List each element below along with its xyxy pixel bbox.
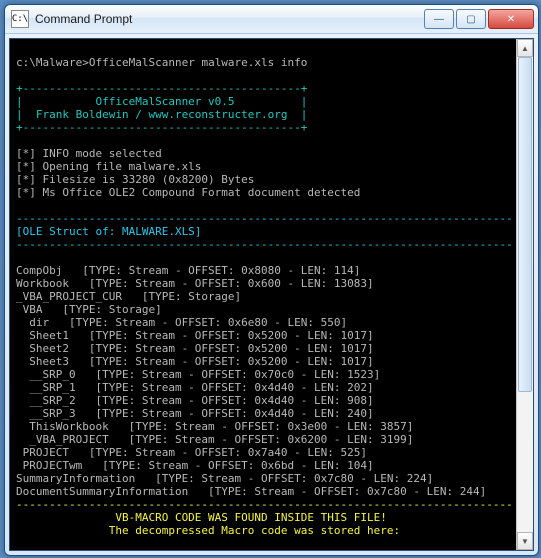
window-buttons: — ▢ ✕ xyxy=(422,9,534,29)
banner-border: +---------------------------------------… xyxy=(16,121,307,134)
stream-line: dir [TYPE: Stream - OFFSET: 0x6e80 - LEN… xyxy=(16,316,347,329)
stream-line: Sheet1 [TYPE: Stream - OFFSET: 0x5200 - … xyxy=(16,329,374,342)
title-bar[interactable]: C:\ Command Prompt — ▢ ✕ xyxy=(5,5,538,34)
stream-line: __SRP_0 [TYPE: Stream - OFFSET: 0x70c0 -… xyxy=(16,368,380,381)
ole-header: [OLE Struct of: MALWARE.XLS] xyxy=(16,225,201,238)
vertical-scrollbar[interactable]: ▲ ▼ xyxy=(516,39,533,550)
info-line: [*] INFO mode selected xyxy=(16,147,162,160)
window-frame: C:\ Command Prompt — ▢ ✕ c:\Malware>Offi… xyxy=(4,4,539,556)
info-line: [*] Ms Office OLE2 Compound Format docum… xyxy=(16,186,360,199)
window-title: Command Prompt xyxy=(35,12,422,26)
command-text: OfficeMalScanner malware.xls info xyxy=(89,56,308,69)
stream-line: CompObj [TYPE: Stream - OFFSET: 0x8080 -… xyxy=(16,264,360,277)
client-area: c:\Malware>OfficeMalScanner malware.xls … xyxy=(9,38,534,551)
stream-line: PROJECT [TYPE: Stream - OFFSET: 0x7a40 -… xyxy=(16,446,367,459)
banner-border: +---------------------------------------… xyxy=(16,82,307,95)
cmd-icon: C:\ xyxy=(11,10,29,28)
macro-found: VB-MACRO CODE WAS FOUND INSIDE THIS FILE… xyxy=(16,511,387,524)
stream-line: SummaryInformation [TYPE: Stream - OFFSE… xyxy=(16,472,433,485)
minimize-button[interactable]: — xyxy=(424,9,454,29)
stream-line: _VBA_PROJECT_CUR [TYPE: Storage] xyxy=(16,290,241,303)
stream-line: Workbook [TYPE: Stream - OFFSET: 0x600 -… xyxy=(16,277,374,290)
scroll-down-button[interactable]: ▼ xyxy=(517,532,533,550)
stream-line: __SRP_3 [TYPE: Stream - OFFSET: 0x4d40 -… xyxy=(16,407,374,420)
stream-line: VBA [TYPE: Storage] xyxy=(16,303,162,316)
banner-line: | OfficeMalScanner v0.5 | xyxy=(16,95,307,108)
stream-line: ThisWorkbook [TYPE: Stream - OFFSET: 0x3… xyxy=(16,420,413,433)
console-output[interactable]: c:\Malware>OfficeMalScanner malware.xls … xyxy=(10,39,516,550)
close-button[interactable]: ✕ xyxy=(488,9,534,29)
prompt: c:\Malware> xyxy=(16,56,89,69)
info-line: [*] Opening file malware.xls xyxy=(16,160,201,173)
stream-line: __SRP_1 [TYPE: Stream - OFFSET: 0x4d40 -… xyxy=(16,381,374,394)
stream-line: DocumentSummaryInformation [TYPE: Stream… xyxy=(16,485,486,498)
scroll-thumb[interactable] xyxy=(518,57,532,392)
stream-line: PROJECTwm [TYPE: Stream - OFFSET: 0x6bd … xyxy=(16,459,374,472)
maximize-button[interactable]: ▢ xyxy=(456,9,486,29)
banner-line: | Frank Boldewin / www.reconstructer.org… xyxy=(16,108,307,121)
stream-line: _VBA_PROJECT [TYPE: Stream - OFFSET: 0x6… xyxy=(16,433,413,446)
scroll-track[interactable] xyxy=(517,57,533,532)
stream-line: Sheet2 [TYPE: Stream - OFFSET: 0x5200 - … xyxy=(16,342,374,355)
separator: ----------------------------------------… xyxy=(16,498,513,511)
macro-stored: The decompressed Macro code was stored h… xyxy=(16,524,400,537)
separator: ----------------------------------------… xyxy=(16,212,513,225)
scroll-up-button[interactable]: ▲ xyxy=(517,39,533,57)
info-line: [*] Filesize is 33280 (0x8200) Bytes xyxy=(16,173,254,186)
stream-line: __SRP_2 [TYPE: Stream - OFFSET: 0x4d40 -… xyxy=(16,394,374,407)
separator: ----------------------------------------… xyxy=(16,238,513,251)
stream-line: Sheet3 [TYPE: Stream - OFFSET: 0x5200 - … xyxy=(16,355,374,368)
